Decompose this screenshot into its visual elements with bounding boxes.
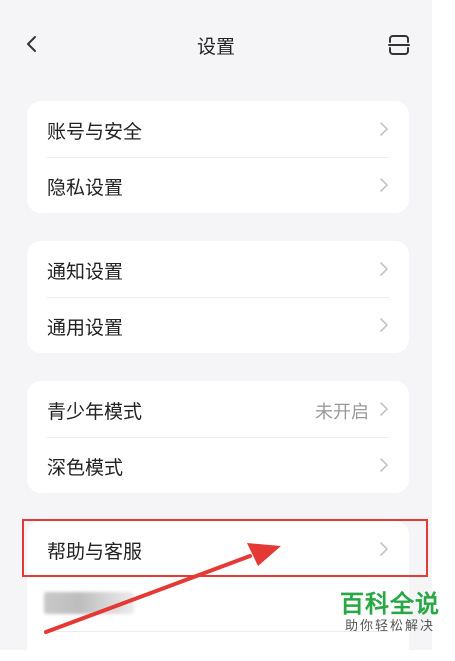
chevron-right-icon [380,262,388,276]
scan-icon[interactable] [386,32,412,58]
row-label: 隐私设置 [47,177,124,199]
row-label: 青少年模式 [47,401,143,423]
settings-row-help-support[interactable]: 帮助与客服 [27,521,409,577]
settings-group-modes: 青少年模式 未开启 深色模式 [27,381,409,493]
settings-row-privacy[interactable]: 隐私设置 [27,157,409,213]
settings-group-account: 账号与安全 隐私设置 [27,101,409,213]
row-label: 账号与安全 [47,121,143,143]
settings-row-teen-mode[interactable]: 青少年模式 未开启 [27,381,409,437]
settings-row-dark-mode[interactable]: 深色模式 [27,437,409,493]
row-status-value: 未开启 [315,402,369,423]
watermark: 百科全说 助你轻松解决 [330,590,450,636]
chevron-right-icon [380,178,388,192]
settings-row-account-security[interactable]: 账号与安全 [27,101,409,157]
chevron-right-icon [380,122,388,136]
right-edge-strip [432,0,455,650]
row-label: 通用设置 [47,317,124,339]
row-label: 帮助与客服 [47,541,143,563]
chevron-right-icon [380,318,388,332]
chevron-right-icon [380,542,388,556]
settings-group-general: 通知设置 通用设置 [27,241,409,353]
settings-row-general[interactable]: 通用设置 [27,297,409,353]
watermark-subtitle: 助你轻松解决 [344,619,435,634]
blurred-row-label [44,592,134,614]
chevron-right-icon [380,402,388,416]
settings-row-notifications[interactable]: 通知设置 [27,241,409,297]
row-label: 通知设置 [47,261,124,283]
page-title: 设置 [196,36,235,58]
row-label: 深色模式 [47,457,124,479]
chevron-right-icon [380,458,388,472]
header-bar: 设置 [0,0,432,90]
watermark-title: 百科全说 [340,590,440,618]
